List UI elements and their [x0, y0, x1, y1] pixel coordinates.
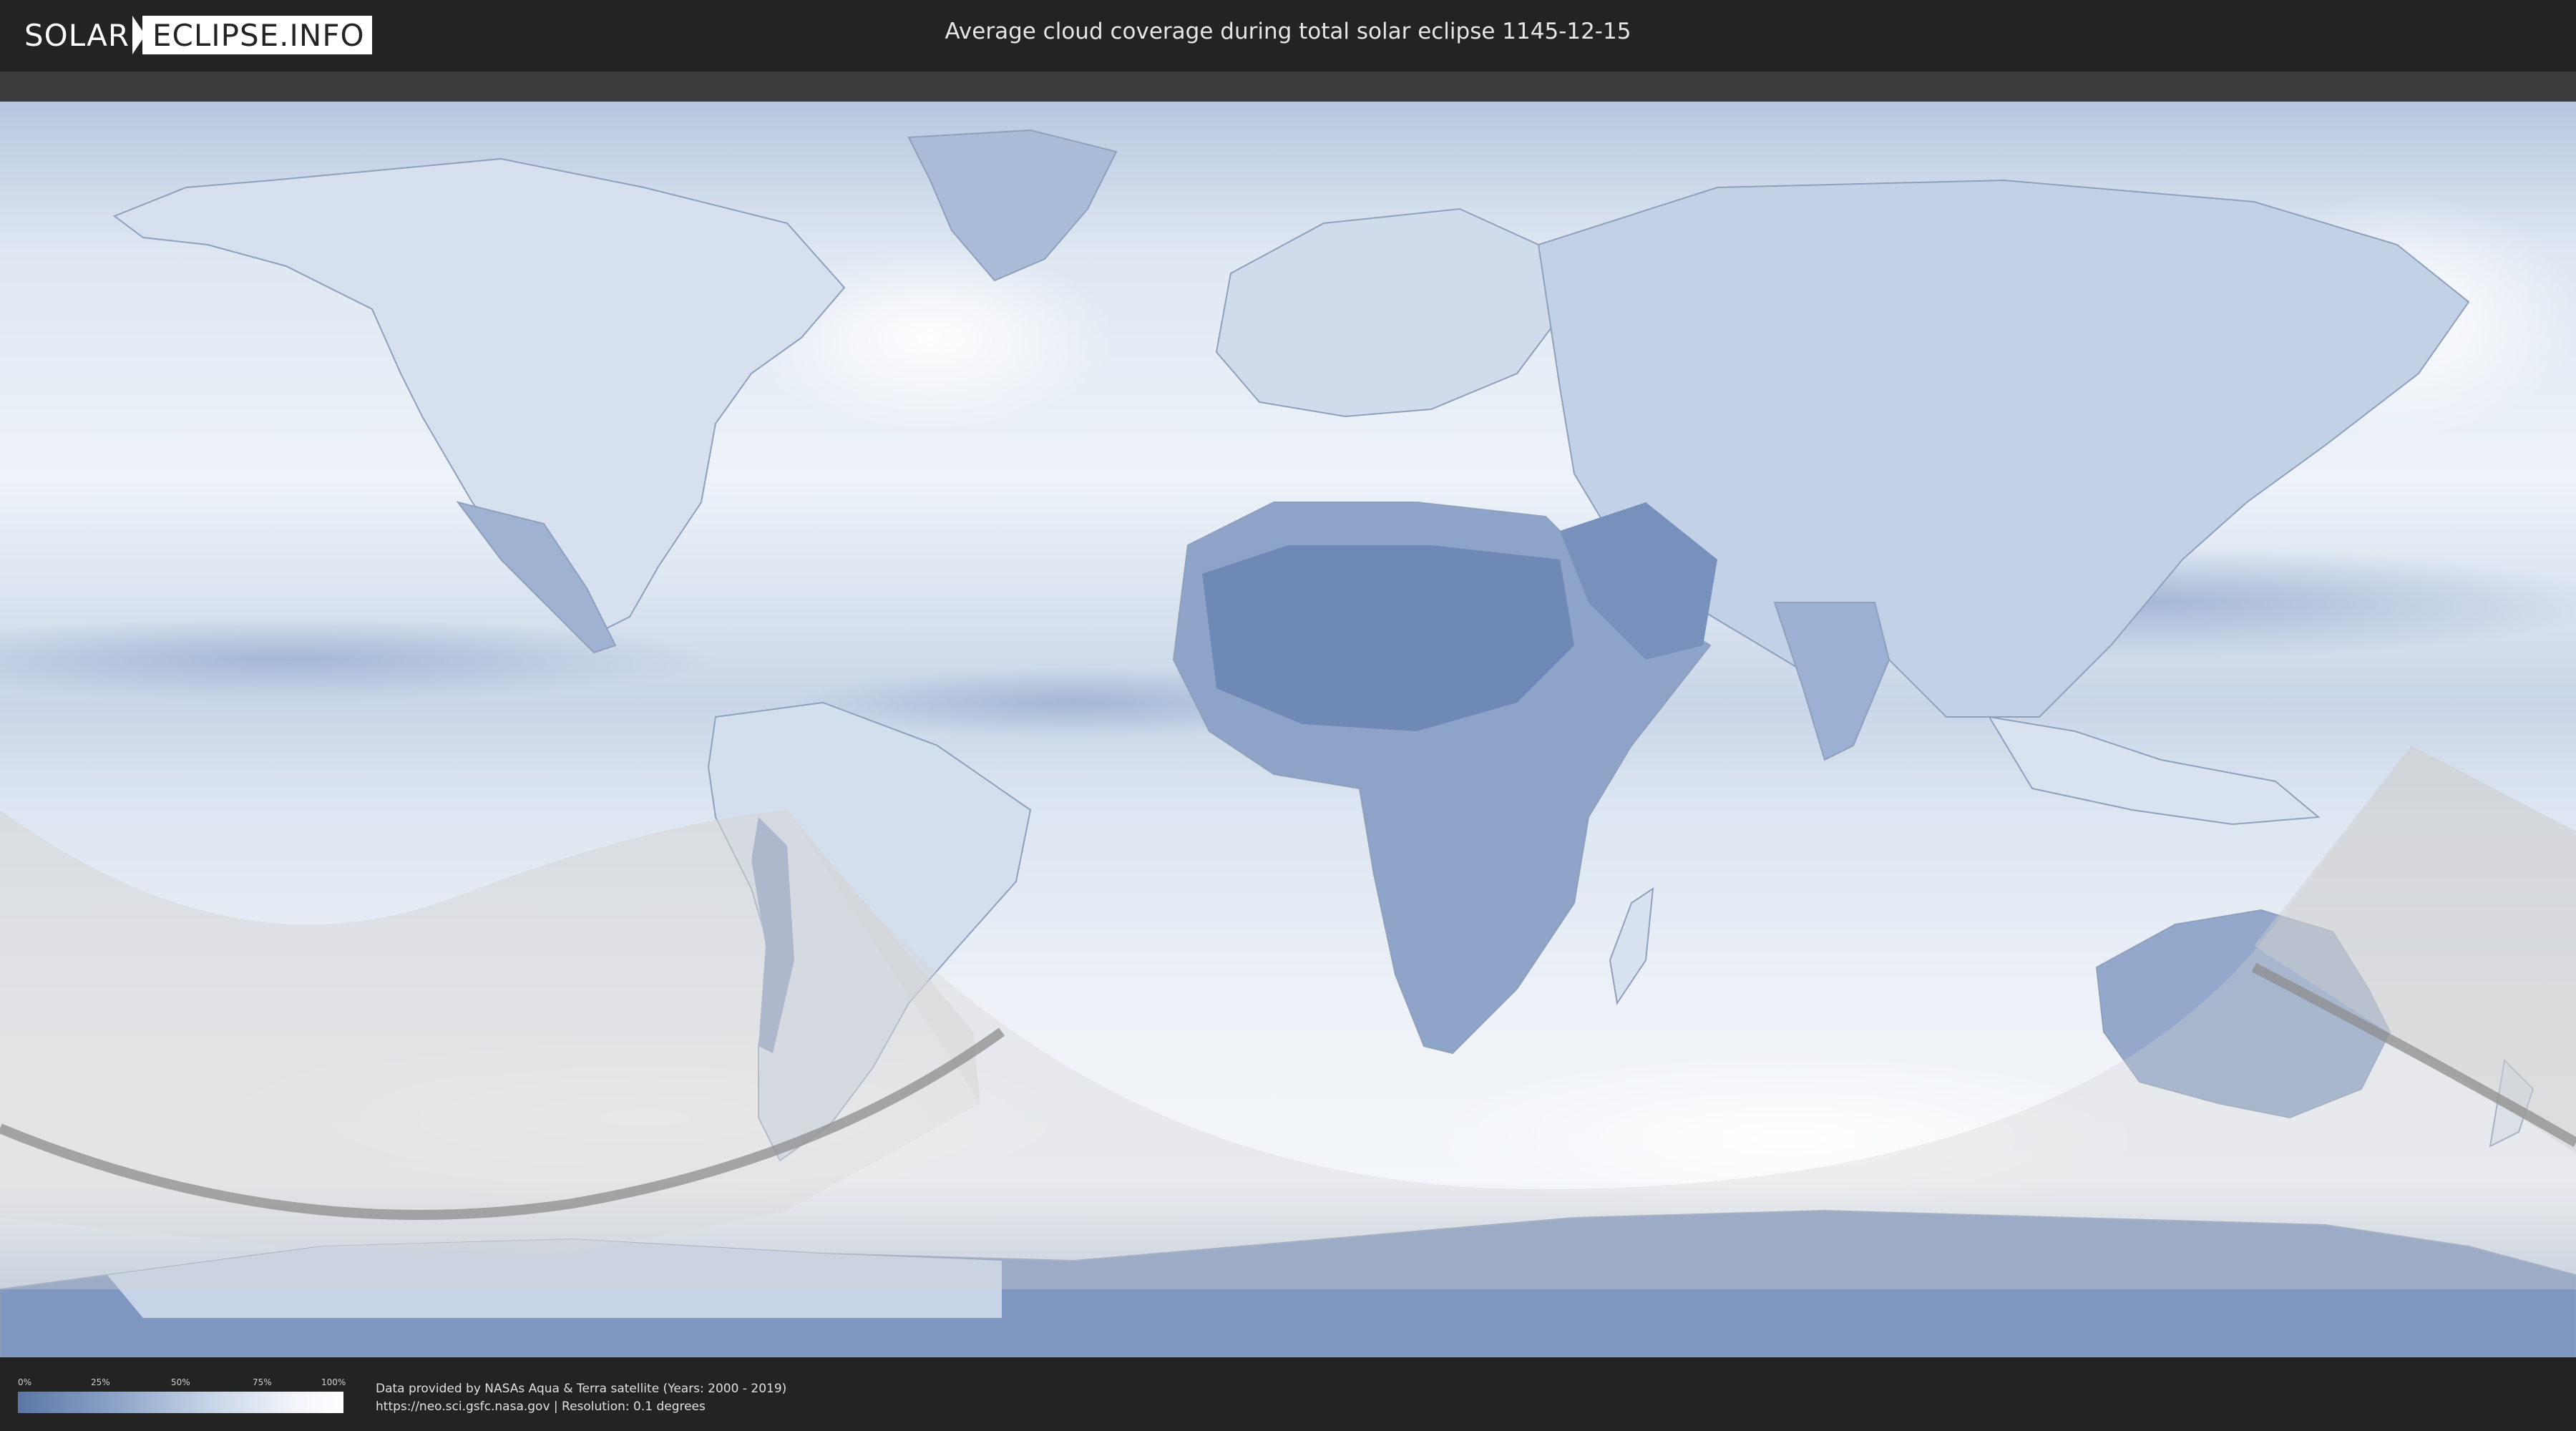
- legend-color-bar: [18, 1392, 343, 1413]
- legend-tick-100: 100%: [321, 1377, 346, 1387]
- credits-line-2[interactable]: https://neo.sci.gsfc.nasa.gov | Resoluti…: [376, 1398, 786, 1416]
- header: SOLAR ECLIPSE.INFO Average cloud coverag…: [0, 0, 2576, 72]
- page-title: Average cloud coverage during total sola…: [945, 19, 1631, 44]
- footer: 0% 25% 50% 75% 100% Data provided by NAS…: [0, 1357, 2576, 1431]
- header-band: [0, 72, 2576, 102]
- credits-line-1: Data provided by NASAs Aqua & Terra sate…: [376, 1382, 787, 1396]
- legend-tick-75: 75%: [253, 1377, 272, 1387]
- legend-tick-50: 50%: [171, 1377, 190, 1387]
- legend-tick-25: 25%: [91, 1377, 110, 1387]
- legend-tick-0: 0%: [18, 1377, 32, 1387]
- data-credits: Data provided by NASAs Aqua & Terra sate…: [376, 1380, 786, 1416]
- cloud-coverage-legend: 0% 25% 50% 75% 100%: [18, 1377, 346, 1413]
- cloud-coverage-map[interactable]: [0, 102, 2576, 1357]
- legend-ticks: 0% 25% 50% 75% 100%: [18, 1377, 346, 1389]
